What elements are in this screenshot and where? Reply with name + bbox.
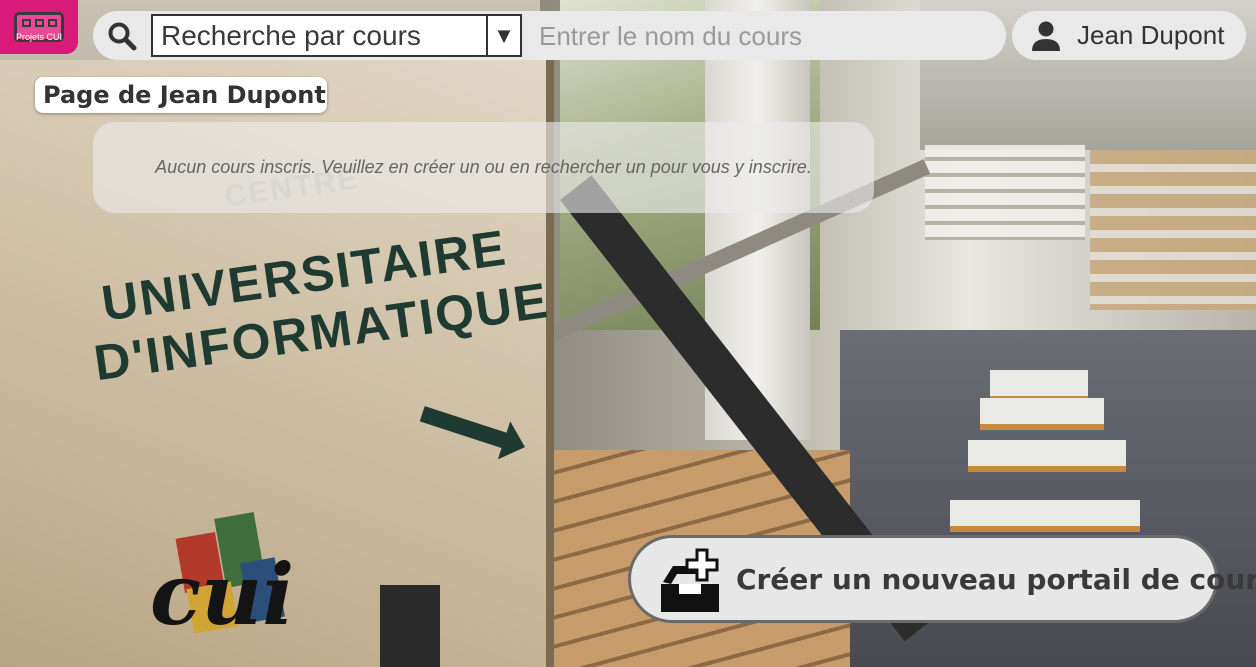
search-bar: Recherche par cours ▼: [93, 11, 1011, 60]
course-search-input[interactable]: [527, 14, 1011, 59]
dropdown-arrow[interactable]: ▼: [486, 16, 520, 55]
logo-label: Projets CUI: [15, 32, 62, 42]
cui-logo: cui: [150, 505, 310, 645]
courses-panel: Aucun cours inscris. Veuillez en créer u…: [93, 122, 874, 213]
bookshelves-right: [1090, 150, 1256, 310]
create-portal-label: Créer un nouveau portail de cours: [736, 563, 1256, 596]
inbox-plus-icon: [661, 548, 719, 612]
search-mode-value: Recherche par cours: [161, 19, 421, 51]
triangle-down-icon: ▼: [493, 22, 515, 48]
cui-logo-text: cui: [150, 545, 295, 644]
library-table: [980, 398, 1104, 430]
bookshelves: [925, 145, 1085, 240]
create-course-portal-button[interactable]: Créer un nouveau portail de cours: [628, 535, 1256, 623]
empty-courses-message: Aucun cours inscris. Veuillez en créer u…: [155, 157, 812, 177]
user-name: Jean Dupont: [1077, 20, 1225, 50]
search-icon[interactable]: [107, 21, 137, 51]
page-title: Page de Jean Dupont: [35, 77, 327, 113]
app-logo[interactable]: Projets CUI: [0, 0, 78, 54]
search-mode-select[interactable]: Recherche par cours ▼: [151, 14, 522, 57]
user-icon: [1032, 21, 1060, 51]
user-account-button[interactable]: Jean Dupont: [1012, 11, 1246, 60]
sign-post: [380, 585, 440, 667]
library-table: [950, 500, 1140, 532]
page-title-text: Page de Jean Dupont: [43, 81, 326, 109]
library-table: [968, 440, 1126, 472]
